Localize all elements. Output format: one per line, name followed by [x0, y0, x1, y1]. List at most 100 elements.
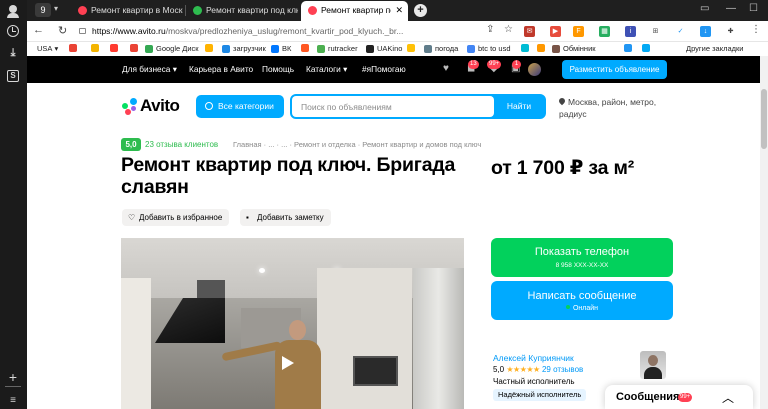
maximize-icon[interactable]: ☐ [749, 3, 758, 14]
seller-reviews-link[interactable]: 29 отзывов [542, 365, 583, 374]
search-bar: Найти [290, 94, 546, 119]
bookmark-manager-icon[interactable]: ▭ [700, 3, 709, 14]
play-icon[interactable] [282, 356, 294, 370]
new-tab-button[interactable]: + [414, 4, 427, 17]
tab-list-chevron-icon[interactable]: ▾ [54, 4, 58, 13]
sidebar-menu-icon[interactable]: ≡ [6, 394, 20, 408]
listing-video-preview[interactable] [121, 238, 464, 409]
tab-strip: 9 ▾ Ремонт квартир в Москве Ремонт кварт… [27, 0, 768, 21]
show-phone-button[interactable]: Показать телефон 8 958 XXX-XX-XX [491, 238, 673, 277]
extension-i-icon[interactable]: i [625, 26, 636, 37]
url-host: https://www.avito.ru [92, 26, 166, 36]
breadcrumb[interactable]: Главная · ... · ... · Ремонт и отделка ·… [233, 140, 481, 149]
tab-active-listing[interactable]: Ремонт квартир под кл ✕ [301, 1, 408, 21]
tab-remont-pod-klyuch[interactable]: Ремонт квартир под ключ [186, 1, 299, 21]
heart-icon: ♡ [128, 213, 136, 222]
online-status: Онлайн [491, 305, 673, 312]
bookmark-youtube-icon[interactable] [110, 44, 121, 52]
write-message-label: Написать сообщение [527, 290, 637, 302]
scrollbar-thumb[interactable] [761, 89, 767, 149]
bookmark-weather[interactable]: погода [424, 44, 458, 53]
favorites-heart-icon[interactable]: ♥ [443, 63, 449, 74]
extension-grid-icon[interactable]: ⊞ [650, 26, 661, 37]
add-note-button[interactable]: ▪ Добавить заметку [240, 209, 331, 226]
search-button[interactable]: Найти [494, 96, 544, 117]
extension-youtube-icon[interactable]: ▶ [550, 26, 561, 37]
bookmark-p-icon[interactable] [91, 44, 102, 52]
page-scrollbar[interactable] [760, 56, 768, 409]
bookmark-exchanger[interactable]: Обмінник [552, 44, 596, 53]
seller-type: Частный исполнитель [493, 377, 575, 386]
kitchen-cabinet [317, 268, 412, 409]
share-icon[interactable]: ⇪ [486, 24, 494, 35]
profile-icon[interactable] [6, 4, 20, 18]
bookmark-gmail-icon[interactable] [130, 44, 141, 52]
bookmark-orange-icon[interactable] [537, 44, 548, 52]
user-avatar[interactable] [528, 63, 541, 76]
address-bar[interactable]: https://www.avito.ru/moskva/predlozheniy… [79, 23, 472, 40]
post-ad-button[interactable]: Разместить объявление [562, 60, 667, 79]
bookmark-star-icon[interactable]: ☆ [504, 24, 513, 35]
minimize-icon[interactable]: — [726, 3, 736, 14]
browser-sidebar: ⤓ S + ≡ [0, 0, 27, 409]
bookmark-google-drive[interactable]: Google Диск [145, 44, 199, 53]
nav-help-tag[interactable]: #яПомогаю [362, 64, 406, 74]
avito-favicon-icon [78, 6, 87, 15]
all-categories-button[interactable]: Все категории [196, 95, 284, 118]
nav-help[interactable]: Помощь [262, 64, 294, 74]
seller-avatar[interactable] [640, 351, 666, 379]
messages-widget[interactable]: Сообщения 99+ ︿ [605, 385, 753, 409]
location-selector[interactable]: Москва, район, метро, радиус [557, 96, 669, 120]
bookmark-star-blue-icon[interactable] [642, 44, 653, 52]
close-tab-icon[interactable]: ✕ [395, 1, 403, 20]
sidepanel-app-icon[interactable]: S [7, 70, 19, 82]
extension-mail-icon[interactable]: ✉ [524, 26, 535, 37]
nav-catalogs[interactable]: Каталоги ▾ [306, 64, 347, 74]
browser-menu-icon[interactable]: ⋮ [751, 24, 761, 35]
avito-logo-icon [121, 97, 138, 115]
extensions-puzzle-icon[interactable]: ✚ [725, 26, 736, 37]
nav-career[interactable]: Карьера в Авито [189, 64, 253, 74]
lock-icon [79, 28, 86, 34]
tab-title: Ремонт квартир под ключ [206, 5, 298, 15]
seller-name[interactable]: Алексей Куприянчик [493, 353, 574, 363]
nav-business[interactable]: Для бизнеса ▾ [122, 64, 177, 74]
tab-title: Ремонт квартир в Москве [91, 5, 183, 15]
extension-v-icon[interactable]: ✓ [675, 26, 686, 37]
reviews-link[interactable]: 23 отзыва клиентов [145, 140, 218, 149]
bookmark-vk[interactable]: ВК [271, 44, 291, 53]
search-input[interactable] [292, 96, 494, 117]
other-bookmarks[interactable]: Другие закладки [686, 44, 743, 53]
search-icon [205, 102, 213, 110]
tab-counter[interactable]: 9 [35, 3, 51, 17]
bookmark-uakino[interactable]: UAKino [366, 44, 402, 53]
bookmark-zip-icon[interactable] [205, 44, 216, 52]
add-panel-icon[interactable]: + [6, 370, 20, 384]
browser-window: ⤓ S + ≡ 9 ▾ Ремонт квартир в Москве Ремо… [0, 0, 768, 409]
avito-logo[interactable]: Avito [121, 96, 180, 116]
bookmark-btc-to-usd[interactable]: btc to usd [467, 44, 511, 53]
history-icon[interactable] [7, 25, 19, 37]
back-arrow-icon[interactable]: ← [33, 24, 44, 36]
bookmark-p2-icon[interactable] [521, 44, 532, 52]
bookmark-usa[interactable]: USA ▾ [37, 44, 58, 53]
ceiling-light [259, 268, 265, 273]
kitchen-cabinet [121, 278, 151, 409]
avito-favicon-icon [308, 6, 317, 15]
extension-f-icon[interactable]: F [573, 26, 584, 37]
bookmark-google-icon[interactable] [69, 44, 80, 52]
bookmarks-bar: USA ▾ Google Диск загрузчик ВК rutracker… [27, 42, 768, 56]
bookmark-f-icon[interactable] [301, 44, 312, 52]
bookmark-rutracker[interactable]: rutracker [317, 44, 358, 53]
extension-download-icon[interactable]: ↓ [700, 26, 711, 37]
chevron-up-icon[interactable]: ︿ [722, 389, 734, 406]
bookmark-yellow-icon[interactable] [407, 44, 418, 52]
downloads-icon[interactable]: ⤓ [6, 46, 20, 60]
extension-chart-icon[interactable]: ▦ [599, 26, 610, 37]
bookmark-downloader[interactable]: загрузчик [222, 44, 266, 53]
tab-remont-moskva[interactable]: Ремонт квартир в Москве [71, 1, 184, 21]
add-to-favorites-button[interactable]: ♡ Добавить в избранное [122, 209, 230, 226]
bookmark-blue-icon[interactable] [624, 44, 635, 52]
reload-icon[interactable]: ↻ [58, 24, 67, 37]
write-message-button[interactable]: Написать сообщение Онлайн [491, 281, 673, 320]
